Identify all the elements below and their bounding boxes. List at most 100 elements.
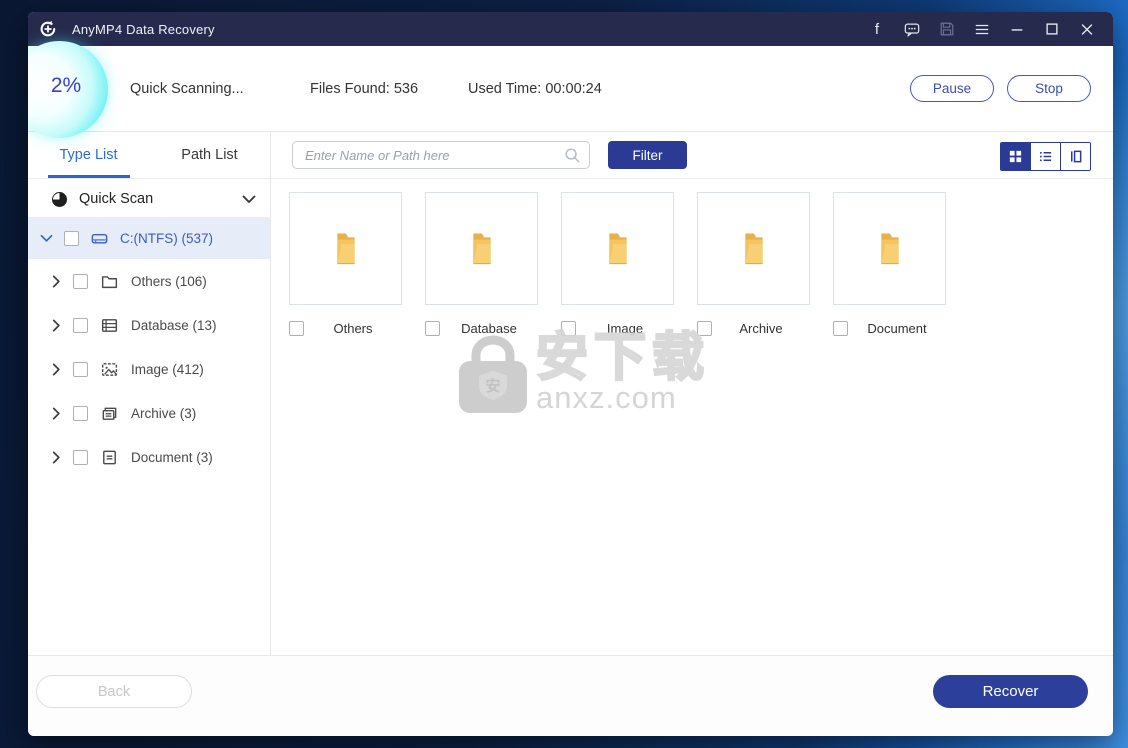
pie-scan-icon [52, 192, 67, 207]
titlebar-buttons: f [869, 21, 1095, 37]
main-body: Type List Path List Quick Scan [28, 132, 1113, 655]
title-bar: AnyMP4 Data Recovery f [28, 12, 1113, 46]
folder-icon [737, 229, 770, 269]
svg-text:安: 安 [485, 377, 500, 395]
tree-node-label: Database (13) [131, 318, 217, 333]
stop-button[interactable]: Stop [1007, 75, 1091, 102]
folder-checkbox-others[interactable] [289, 321, 304, 336]
filter-button[interactable]: Filter [608, 141, 687, 169]
folder-grid: Others [289, 192, 946, 336]
document-icon [100, 448, 119, 467]
list-view-button[interactable] [1030, 143, 1060, 170]
tree-node-image[interactable]: Image (412) [28, 347, 270, 391]
files-found-text: Files Found: 536 [310, 81, 418, 97]
chevron-right-icon[interactable] [52, 319, 61, 332]
results-area: Others [271, 179, 1113, 655]
folder-label: Others [304, 321, 402, 336]
chevron-right-icon[interactable] [52, 407, 61, 420]
tree-node-others[interactable]: Others (106) [28, 259, 270, 303]
scan-status-text: Quick Scanning... [130, 81, 244, 97]
chevron-down-icon [242, 195, 256, 204]
type-tree: Others (106) Database (13) [28, 259, 270, 655]
scan-mode-label: Quick Scan [79, 191, 230, 207]
archive-icon [100, 404, 119, 423]
scan-progress-bar: 2% Quick Scanning... Files Found: 536 Us… [28, 46, 1113, 132]
folder-checkbox-document[interactable] [833, 321, 848, 336]
scan-mode-dropdown[interactable]: Quick Scan [28, 181, 270, 217]
folder-card[interactable] [289, 192, 402, 305]
recover-button[interactable]: Recover [933, 675, 1088, 708]
facebook-icon[interactable]: f [869, 21, 885, 37]
others-checkbox[interactable] [73, 274, 88, 289]
folder-icon [873, 229, 906, 269]
desktop-background: AnyMP4 Data Recovery f [0, 0, 1128, 748]
database-icon [100, 316, 119, 335]
grid-view-button[interactable] [1001, 143, 1030, 170]
chevron-right-icon[interactable] [52, 451, 61, 464]
folder-icon [329, 229, 362, 269]
column-view-button[interactable] [1060, 143, 1090, 170]
folder-card[interactable] [833, 192, 946, 305]
folder-item-others: Others [289, 192, 402, 336]
tree-node-label: Others (106) [131, 274, 207, 289]
folder-checkbox-database[interactable] [425, 321, 440, 336]
toolbar: Filter [271, 132, 1113, 179]
database-checkbox[interactable] [73, 318, 88, 333]
folder-item-archive: Archive [697, 192, 810, 336]
document-checkbox[interactable] [73, 450, 88, 465]
footer-bar: Back Recover [28, 655, 1113, 736]
chevron-down-icon[interactable] [40, 234, 53, 243]
watermark: 安 安下载 anxz.com [454, 331, 710, 417]
image-checkbox[interactable] [73, 362, 88, 377]
view-toggle [1000, 142, 1091, 171]
tree-node-drive-c[interactable]: C:(NTFS) (537) [28, 217, 270, 259]
window-title: AnyMP4 Data Recovery [72, 22, 215, 37]
folder-icon [465, 229, 498, 269]
tree-node-archive[interactable]: Archive (3) [28, 391, 270, 435]
search-input[interactable] [292, 141, 590, 169]
drive-c-checkbox[interactable] [64, 231, 79, 246]
pause-button[interactable]: Pause [910, 75, 994, 102]
sidebar: Type List Path List Quick Scan [28, 132, 271, 655]
archive-checkbox[interactable] [73, 406, 88, 421]
tree-node-label: Archive (3) [131, 406, 196, 421]
watermark-text: 安下载 anxz.com [536, 331, 710, 416]
folder-item-database: Database [425, 192, 538, 336]
feedback-icon[interactable] [904, 21, 920, 37]
folder-item-image: Image [561, 192, 674, 336]
folder-card[interactable] [425, 192, 538, 305]
chevron-right-icon[interactable] [52, 363, 61, 376]
folder-icon [601, 229, 634, 269]
tree-node-database[interactable]: Database (13) [28, 303, 270, 347]
back-button[interactable]: Back [36, 675, 192, 708]
folder-label: Image [576, 321, 674, 336]
tree-node-document[interactable]: Document (3) [28, 435, 270, 479]
used-time-text: Used Time: 00:00:24 [468, 81, 602, 97]
watermark-site-text: anxz.com [536, 380, 710, 416]
app-window: AnyMP4 Data Recovery f [28, 12, 1113, 736]
folder-checkbox-archive[interactable] [697, 321, 712, 336]
hard-drive-icon [90, 229, 109, 248]
sidebar-tabs: Type List Path List [28, 132, 270, 179]
minimize-button[interactable] [1009, 21, 1025, 37]
maximize-button[interactable] [1044, 21, 1060, 37]
watermark-cn-text: 安下载 [536, 331, 710, 386]
folder-card[interactable] [561, 192, 674, 305]
menu-icon[interactable] [974, 21, 990, 37]
image-icon [100, 360, 119, 379]
tab-type-list[interactable]: Type List [28, 132, 149, 178]
folder-item-document: Document [833, 192, 946, 336]
close-button[interactable] [1079, 21, 1095, 37]
scan-progress-percent: 2% [28, 74, 104, 98]
folder-icon [100, 272, 119, 291]
folder-card[interactable] [697, 192, 810, 305]
folder-label: Archive [712, 321, 810, 336]
folder-label: Document [848, 321, 946, 336]
folder-checkbox-image[interactable] [561, 321, 576, 336]
tab-path-list[interactable]: Path List [149, 132, 270, 178]
app-logo-icon [38, 19, 58, 39]
drive-c-label: C:(NTFS) (537) [120, 231, 213, 246]
save-session-icon[interactable] [939, 21, 955, 37]
folder-label: Database [440, 321, 538, 336]
chevron-right-icon[interactable] [52, 275, 61, 288]
